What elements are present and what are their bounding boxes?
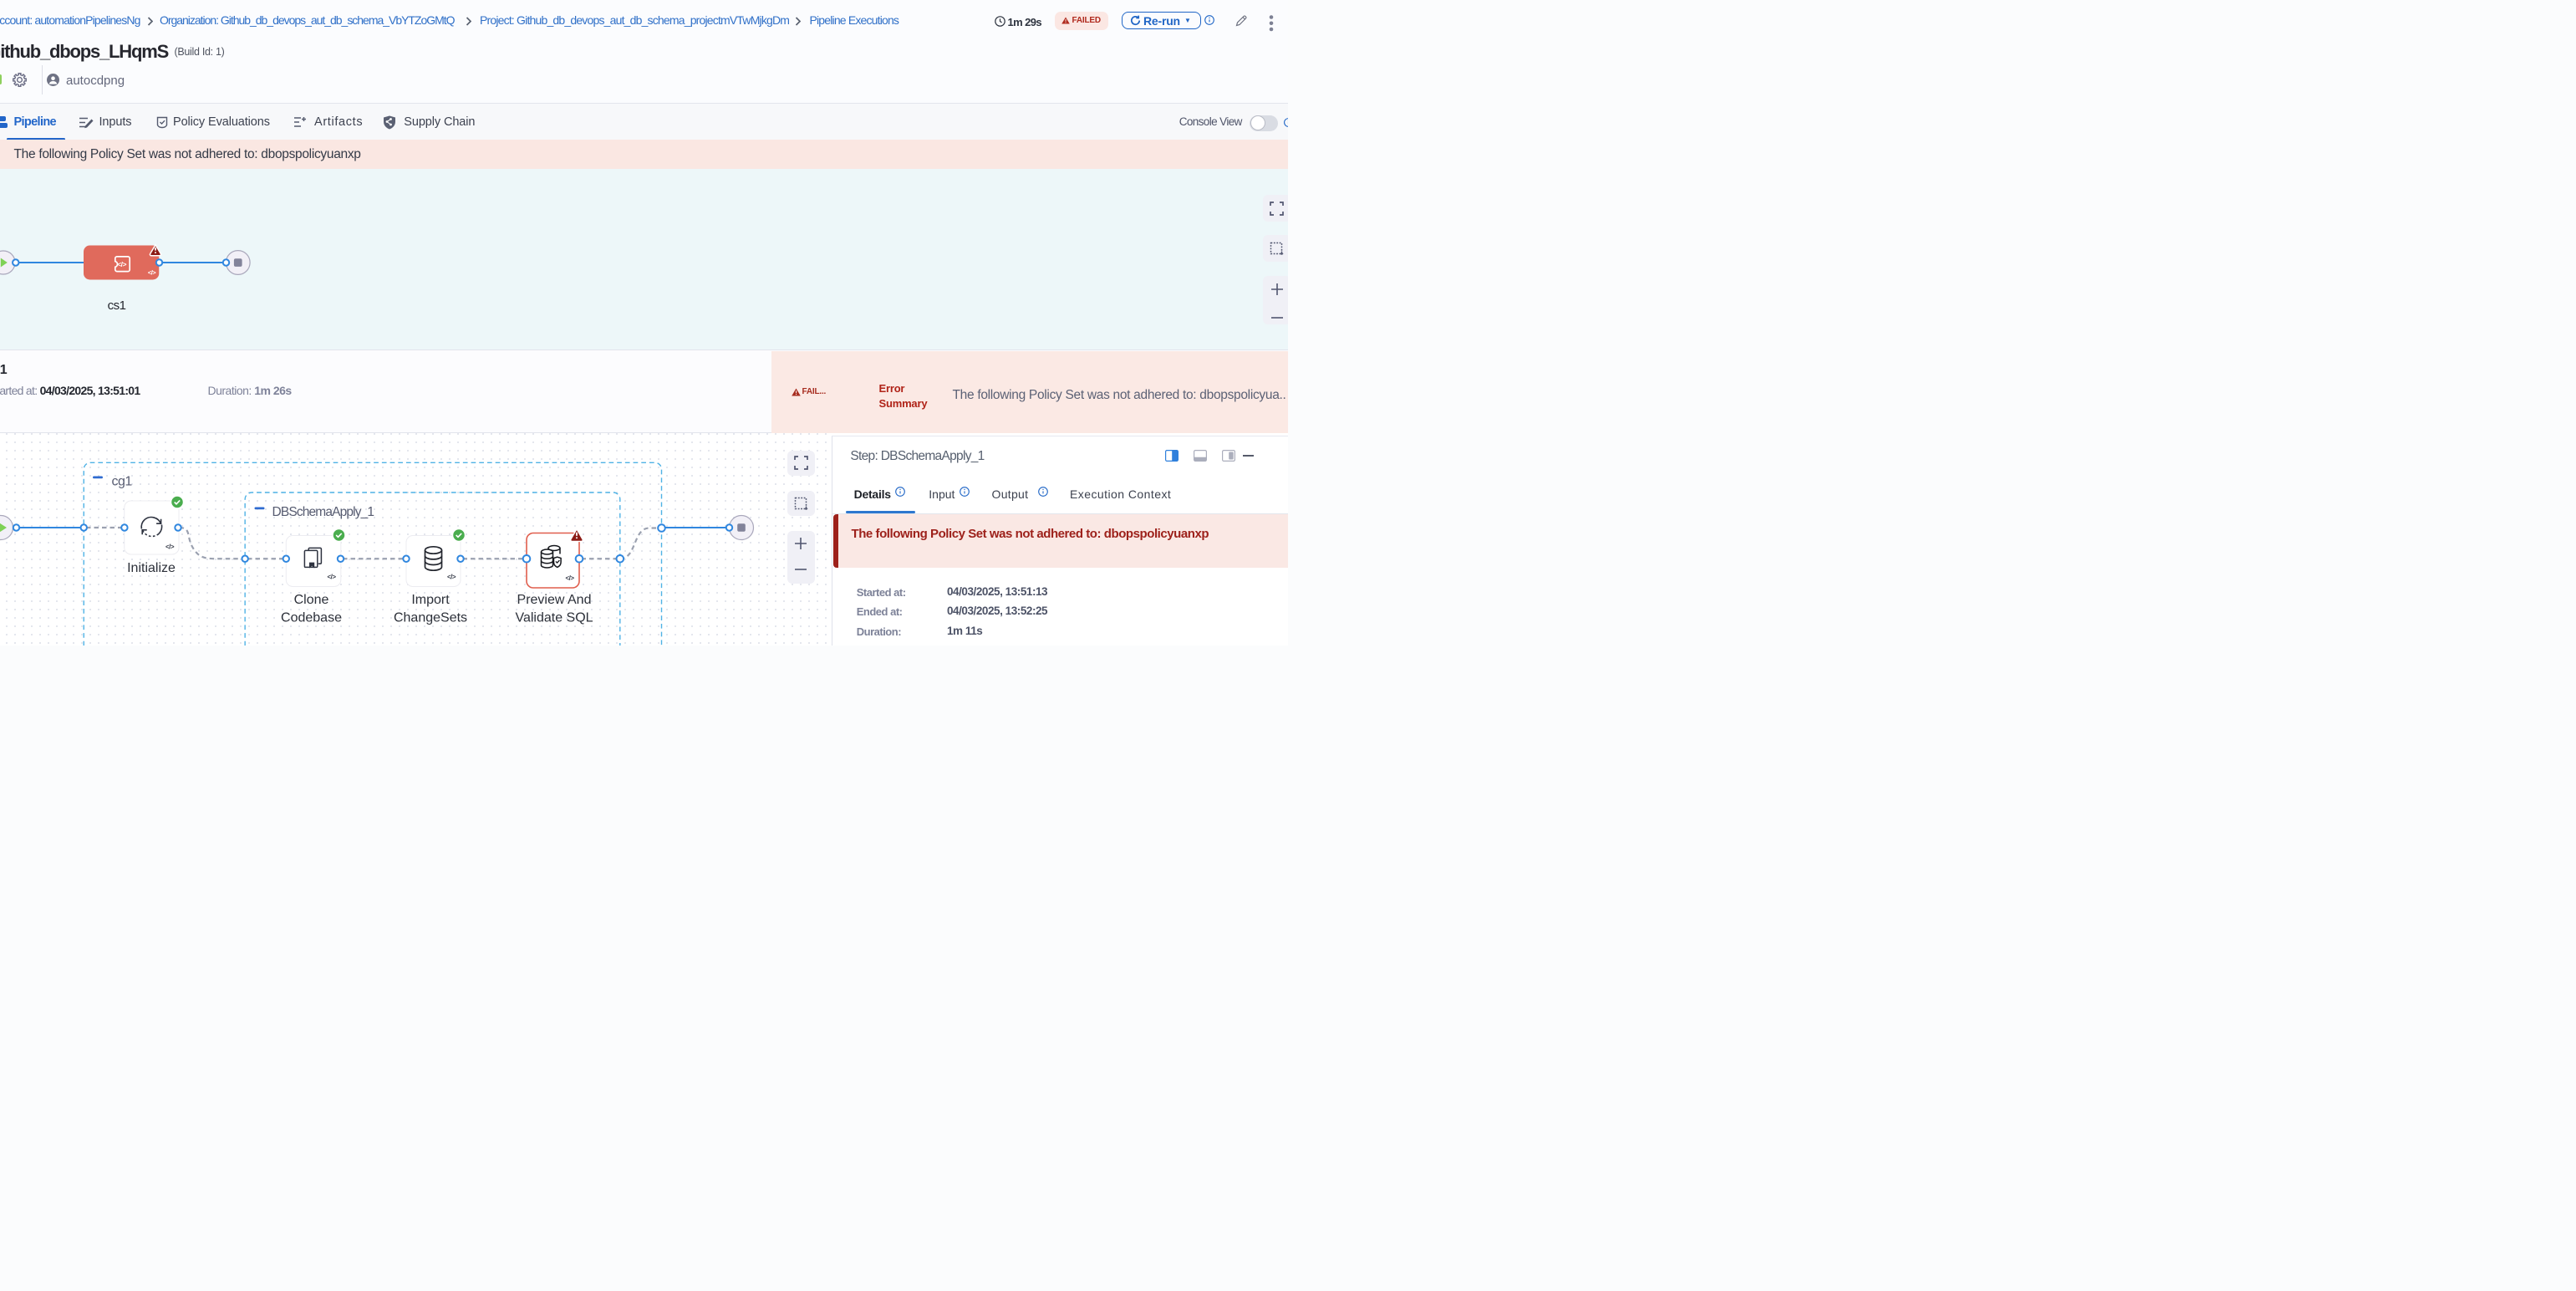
svg-text:ChangeSets: ChangeSets	[394, 610, 467, 625]
svg-text:</>: </>	[148, 269, 156, 277]
svg-text:Preview And: Preview And	[517, 593, 592, 607]
svg-text:</>: </>	[447, 573, 456, 580]
svg-text:</>: </>	[566, 574, 575, 582]
svg-text:</>: </>	[165, 543, 175, 550]
svg-text:Codebase: Codebase	[281, 610, 342, 625]
svg-text:</>: </>	[328, 573, 337, 580]
svg-text:</>: </>	[117, 260, 126, 268]
svg-text:Initialize: Initialize	[127, 561, 176, 575]
svg-text:Import: Import	[411, 593, 450, 607]
svg-text:Validate SQL: Validate SQL	[515, 610, 593, 625]
svg-text:cg1: cg1	[112, 474, 133, 488]
svg-text:cs1: cs1	[108, 299, 126, 313]
svg-text:Clone: Clone	[294, 593, 329, 607]
svg-text:DBSchemaApply_1: DBSchemaApply_1	[272, 505, 374, 519]
